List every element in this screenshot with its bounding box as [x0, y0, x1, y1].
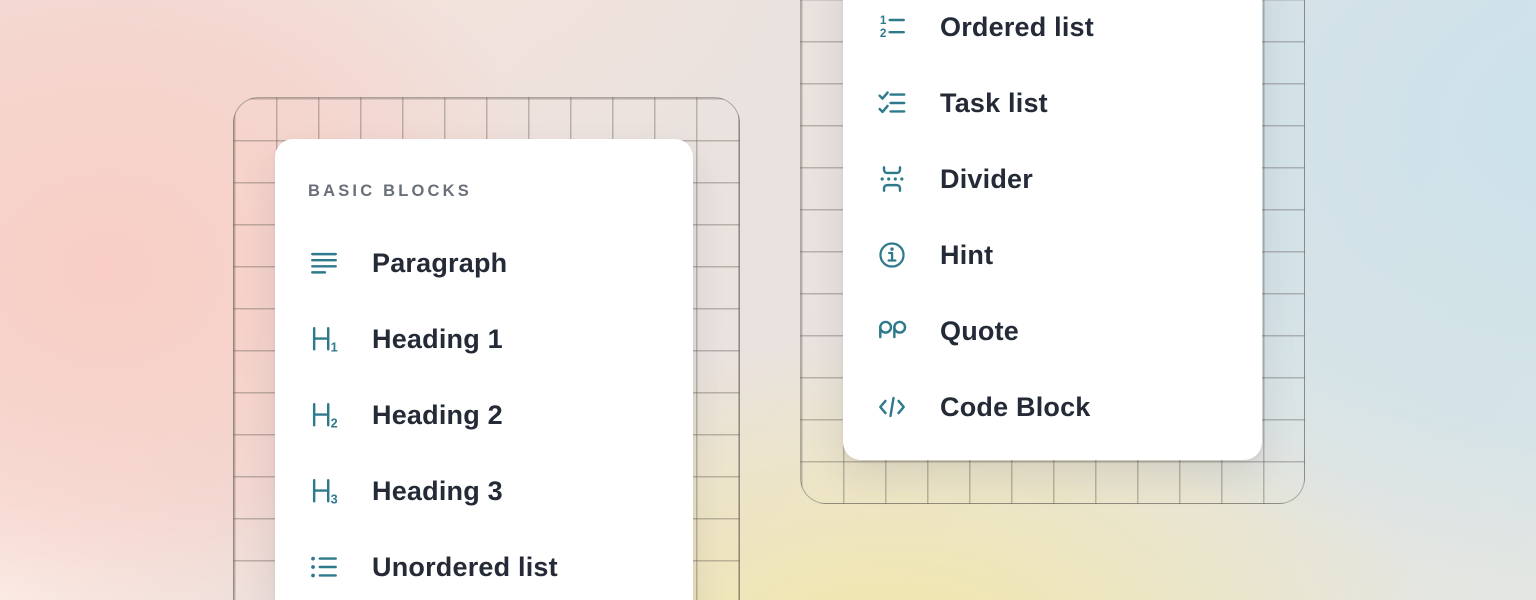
menu-item-label: Divider — [940, 164, 1033, 195]
blocks-menu-card-right: 12 Ordered list Task list Divider Hint Quote C… — [843, 0, 1262, 460]
heading-3-icon: 3 — [308, 475, 340, 507]
svg-text:1: 1 — [880, 14, 887, 27]
page-background: BASIC BLOCKS Paragraph 1 Heading 1 2 Heading… — [0, 0, 1536, 600]
basic-blocks-menu-card: BASIC BLOCKS Paragraph 1 Heading 1 2 Heading… — [275, 139, 693, 600]
heading-2-icon: 2 — [308, 399, 340, 431]
heading-1-icon: 1 — [308, 323, 340, 355]
menu-item-unordered-list[interactable]: Unordered list — [275, 529, 693, 600]
menu-list-left: Paragraph 1 Heading 1 2 Heading 2 3 Heading 3 U… — [275, 225, 693, 600]
menu-item-divider[interactable]: Divider — [843, 141, 1262, 217]
menu-item-label: Heading 2 — [372, 400, 503, 431]
svg-text:2: 2 — [880, 27, 887, 40]
svg-text:3: 3 — [331, 493, 338, 506]
menu-item-label: Ordered list — [940, 12, 1094, 43]
unordered-list-icon — [308, 551, 340, 583]
menu-item-label: Paragraph — [372, 248, 507, 279]
code-block-icon — [876, 391, 908, 423]
menu-list-right: 12 Ordered list Task list Divider Hint Quote C… — [843, 0, 1262, 445]
hint-icon — [876, 239, 908, 271]
menu-item-label: Hint — [940, 240, 993, 271]
task-list-icon — [876, 87, 908, 119]
menu-item-heading-2[interactable]: 2 Heading 2 — [275, 377, 693, 453]
svg-text:2: 2 — [331, 417, 338, 430]
paragraph-icon — [308, 247, 340, 279]
menu-item-heading-1[interactable]: 1 Heading 1 — [275, 301, 693, 377]
menu-item-task-list[interactable]: Task list — [843, 65, 1262, 141]
menu-item-label: Code Block — [940, 392, 1091, 423]
menu-item-ordered-list[interactable]: 12 Ordered list — [843, 0, 1262, 65]
menu-item-label: Task list — [940, 88, 1048, 119]
menu-item-paragraph[interactable]: Paragraph — [275, 225, 693, 301]
section-header-basic-blocks: BASIC BLOCKS — [308, 182, 472, 201]
svg-text:1: 1 — [331, 341, 338, 354]
menu-item-label: Quote — [940, 316, 1019, 347]
menu-item-heading-3[interactable]: 3 Heading 3 — [275, 453, 693, 529]
menu-item-label: Heading 3 — [372, 476, 503, 507]
ordered-list-icon: 12 — [876, 11, 908, 43]
menu-item-hint[interactable]: Hint — [843, 217, 1262, 293]
menu-item-label: Heading 1 — [372, 324, 503, 355]
quote-icon — [876, 315, 908, 347]
divider-icon — [876, 163, 908, 195]
menu-item-code-block[interactable]: Code Block — [843, 369, 1262, 445]
menu-item-label: Unordered list — [372, 552, 558, 583]
menu-item-quote[interactable]: Quote — [843, 293, 1262, 369]
